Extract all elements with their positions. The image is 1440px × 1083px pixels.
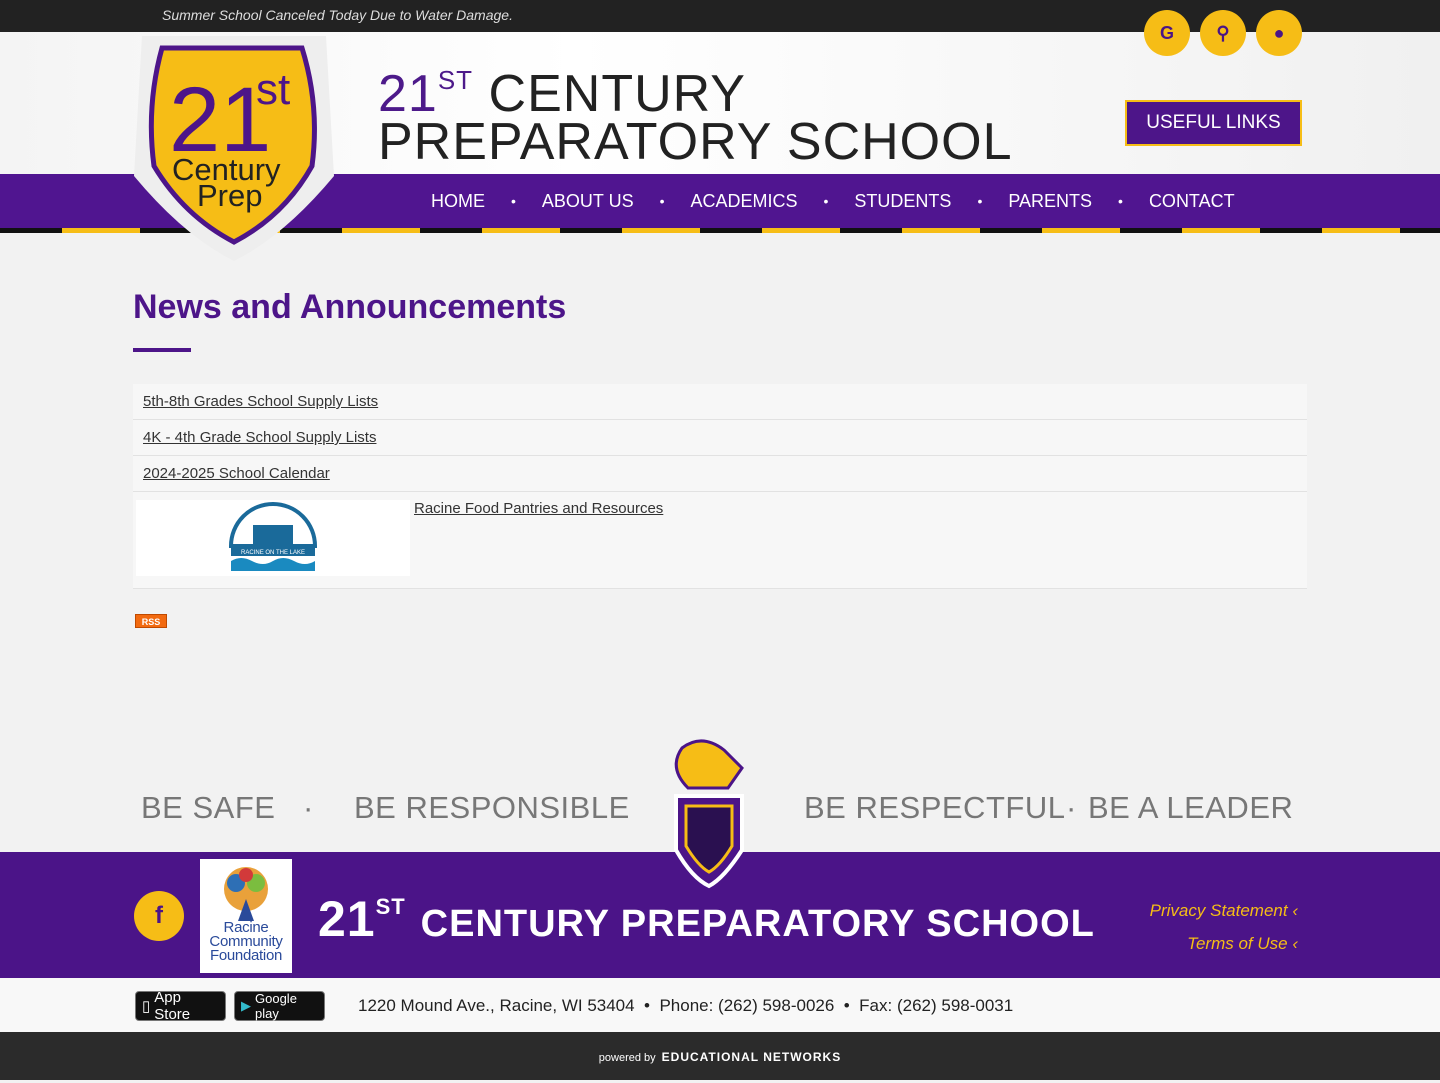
terms-of-use-link[interactable]: Terms of Use [1187,934,1287,953]
footer-links: Privacy Statement ‹ Terms of Use ‹ [1149,901,1298,953]
news-link[interactable]: 5th-8th Grades School Supply Lists [143,393,378,410]
school-logo[interactable]: 21 st Century Prep [134,36,334,266]
svg-text:st: st [256,65,290,114]
nav-home[interactable]: HOME [431,191,485,212]
nav-students[interactable]: STUDENTS [854,191,951,212]
utility-icons: G ⚲ ● [1144,10,1302,56]
fax: Fax: (262) 598-0031 [859,996,1014,1015]
lock-icon[interactable]: ● [1256,10,1302,56]
privacy-statement-link[interactable]: Privacy Statement [1150,901,1288,920]
nav-academics[interactable]: ACADEMICS [691,191,798,212]
app-store-badge[interactable]: ▯ App Store [135,989,226,1023]
racine-lake-image[interactable]: RACINE ON THE LAKE [136,500,410,576]
nav-about-us[interactable]: ABOUT US [542,191,634,212]
contact-info: 1220 Mound Ave., Racine, WI 53404 • Phon… [358,996,1014,1015]
title-underline [133,348,191,352]
list-item: 2024-2025 School Calendar [133,456,1307,492]
motto-item: BE A LEADER [1088,790,1294,825]
news-link[interactable]: Racine Food Pantries and Resources [414,500,663,517]
svg-text:RACINE ON THE LAKE: RACINE ON THE LAKE [241,550,305,556]
translate-icon[interactable]: G [1144,10,1190,56]
facebook-icon[interactable]: f [134,891,184,941]
nav-parents[interactable]: PARENTS [1008,191,1092,212]
list-item: RACINE ON THE LAKE Racine Food Pantries … [133,492,1307,589]
google-play-badge[interactable]: ▶ Google play [234,991,325,1021]
racine-community-foundation-logo[interactable]: Racine Community Foundation [200,859,292,973]
partner-name: Racine Community Foundation [209,919,283,964]
motto-separator: · [1066,790,1077,825]
search-icon[interactable]: ⚲ [1200,10,1246,56]
news-link[interactable]: 4K - 4th Grade School Supply Lists [143,429,376,446]
phone: Phone: (262) 598-0026 [659,996,835,1015]
motto-item: BE RESPECTFUL [804,790,1066,825]
motto-item: BE SAFE [141,790,276,825]
rss-button[interactable]: RSS [135,614,167,628]
site-title[interactable]: 21ST Century Preparatory School [378,56,1012,168]
news-link[interactable]: 2024-2025 School Calendar [143,465,330,482]
list-item: 5th-8th Grades School Supply Lists [133,384,1307,420]
powered-by[interactable]: powered by EDUCATIONAL NETWORKS [0,1032,1440,1080]
svg-text:Prep: Prep [197,178,262,213]
list-item: 4K - 4th Grade School Supply Lists [133,420,1307,456]
nav-contact[interactable]: CONTACT [1149,191,1235,212]
footer-title: 21ST Century Preparatory School [318,891,1095,947]
motto-item: BE RESPONSIBLE [354,790,630,825]
useful-links-button[interactable]: USEFUL LINKS [1125,100,1302,146]
page-title: News and Announcements [133,288,567,326]
motto-separator: · [303,790,314,825]
news-list: 5th-8th Grades School Supply Lists 4K - … [133,384,1307,589]
knight-mascot-icon [674,739,744,889]
